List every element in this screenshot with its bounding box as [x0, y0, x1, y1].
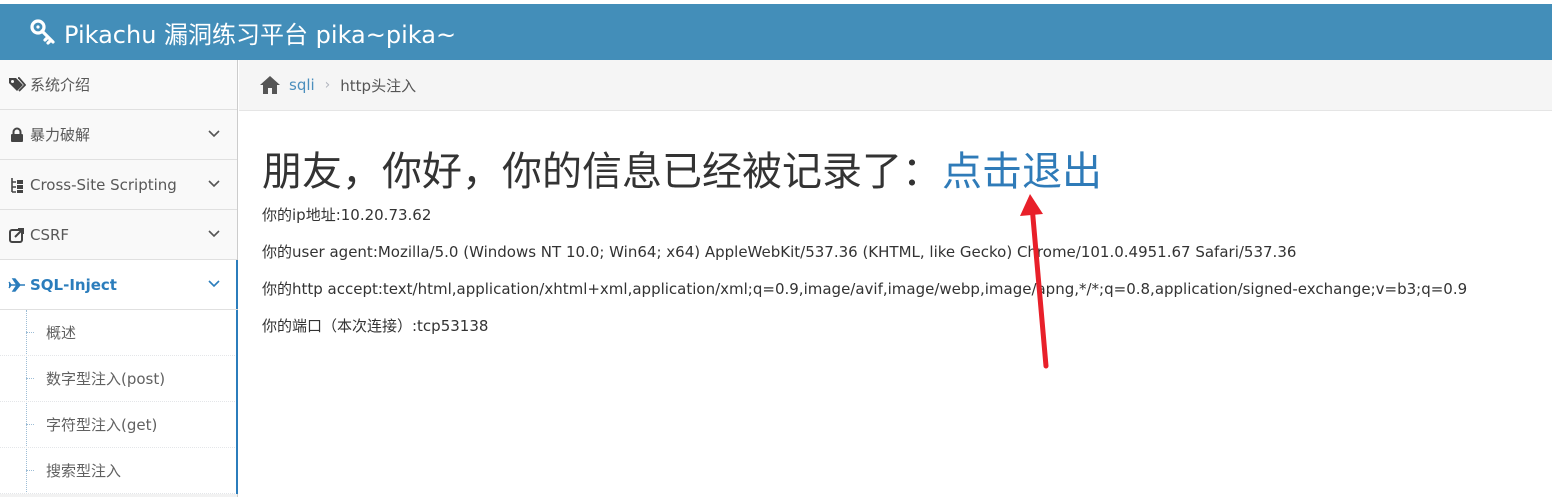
- sidebar-item-label: CSRF: [30, 225, 70, 244]
- chevron-down-icon: [208, 180, 220, 188]
- sidebar-item-csrf[interactable]: CSRF: [0, 210, 237, 260]
- port-text: 你的端口（本次连接）:tcp53138: [262, 317, 489, 335]
- sidebar-item-label: Cross-Site Scripting: [30, 175, 177, 194]
- breadcrumb: sqli › http头注入: [239, 60, 1552, 111]
- share-icon: [8, 226, 26, 244]
- http-accept-text: 你的http accept:text/html,application/xhtm…: [262, 280, 1468, 298]
- sidebar-item-intro[interactable]: 系统介绍: [0, 60, 237, 110]
- sitemap-icon: [8, 176, 26, 194]
- chevron-down-icon: [208, 280, 220, 288]
- breadcrumb-current: http头注入: [340, 76, 417, 95]
- sidebar-item-xss[interactable]: Cross-Site Scripting: [0, 160, 237, 210]
- home-icon: [260, 76, 280, 94]
- submenu-item-label: 概述: [46, 324, 77, 342]
- breadcrumb-separator: ›: [324, 77, 331, 93]
- sidebar-item-label: 系统介绍: [30, 76, 91, 94]
- sidebar-item-brute-force[interactable]: 暴力破解: [0, 110, 237, 160]
- submenu-item-label: 字符型注入(get): [46, 416, 158, 434]
- submenu-item-overview[interactable]: 概述: [0, 310, 237, 356]
- submenu-item-label: 数字型注入(post): [46, 370, 166, 388]
- sidebar: 系统介绍 暴力破解 Cross-Site Scripting CSRF SQL-…: [0, 60, 238, 497]
- submenu-item-string-get[interactable]: 字符型注入(get): [0, 402, 237, 448]
- main-content: 朋友，你好，你的信息已经被记录了：点击退出 你的ip地址:10.20.73.62…: [262, 140, 1542, 335]
- sidebar-item-sql-inject[interactable]: SQL-Inject: [0, 260, 238, 310]
- chevron-down-icon: [208, 130, 220, 138]
- plane-icon: [8, 276, 26, 294]
- chevron-down-icon: [208, 230, 220, 238]
- sidebar-item-label: 暴力破解: [30, 126, 91, 144]
- tags-icon: [8, 76, 26, 94]
- headline-text: 朋友，你好，你的信息已经被记录了：: [262, 149, 942, 195]
- submenu-item-numeric-post[interactable]: 数字型注入(post): [0, 356, 237, 402]
- key-icon: [30, 19, 55, 45]
- submenu-item-search[interactable]: 搜索型注入: [0, 448, 237, 494]
- app-title: Pikachu 漏洞练习平台 pika~pika~: [64, 20, 457, 49]
- user-agent-text: 你的user agent:Mozilla/5.0 (Windows NT 10.…: [262, 243, 1297, 261]
- brand[interactable]: Pikachu 漏洞练习平台 pika~pika~: [30, 4, 456, 60]
- sidebar-item-label: SQL-Inject: [30, 275, 117, 294]
- top-navbar: Pikachu 漏洞练习平台 pika~pika~: [0, 4, 1552, 60]
- breadcrumb-link-sqli[interactable]: sqli: [289, 76, 315, 94]
- page-headline: 朋友，你好，你的信息已经被记录了：点击退出: [262, 140, 1542, 204]
- submenu-item-label: 搜索型注入: [46, 462, 122, 480]
- ip-address-text: 你的ip地址:10.20.73.62: [262, 206, 432, 224]
- sql-inject-submenu: 概述 数字型注入(post) 字符型注入(get) 搜索型注入: [0, 310, 238, 494]
- annotation-arrow: [1020, 194, 1049, 369]
- lock-icon: [8, 126, 26, 144]
